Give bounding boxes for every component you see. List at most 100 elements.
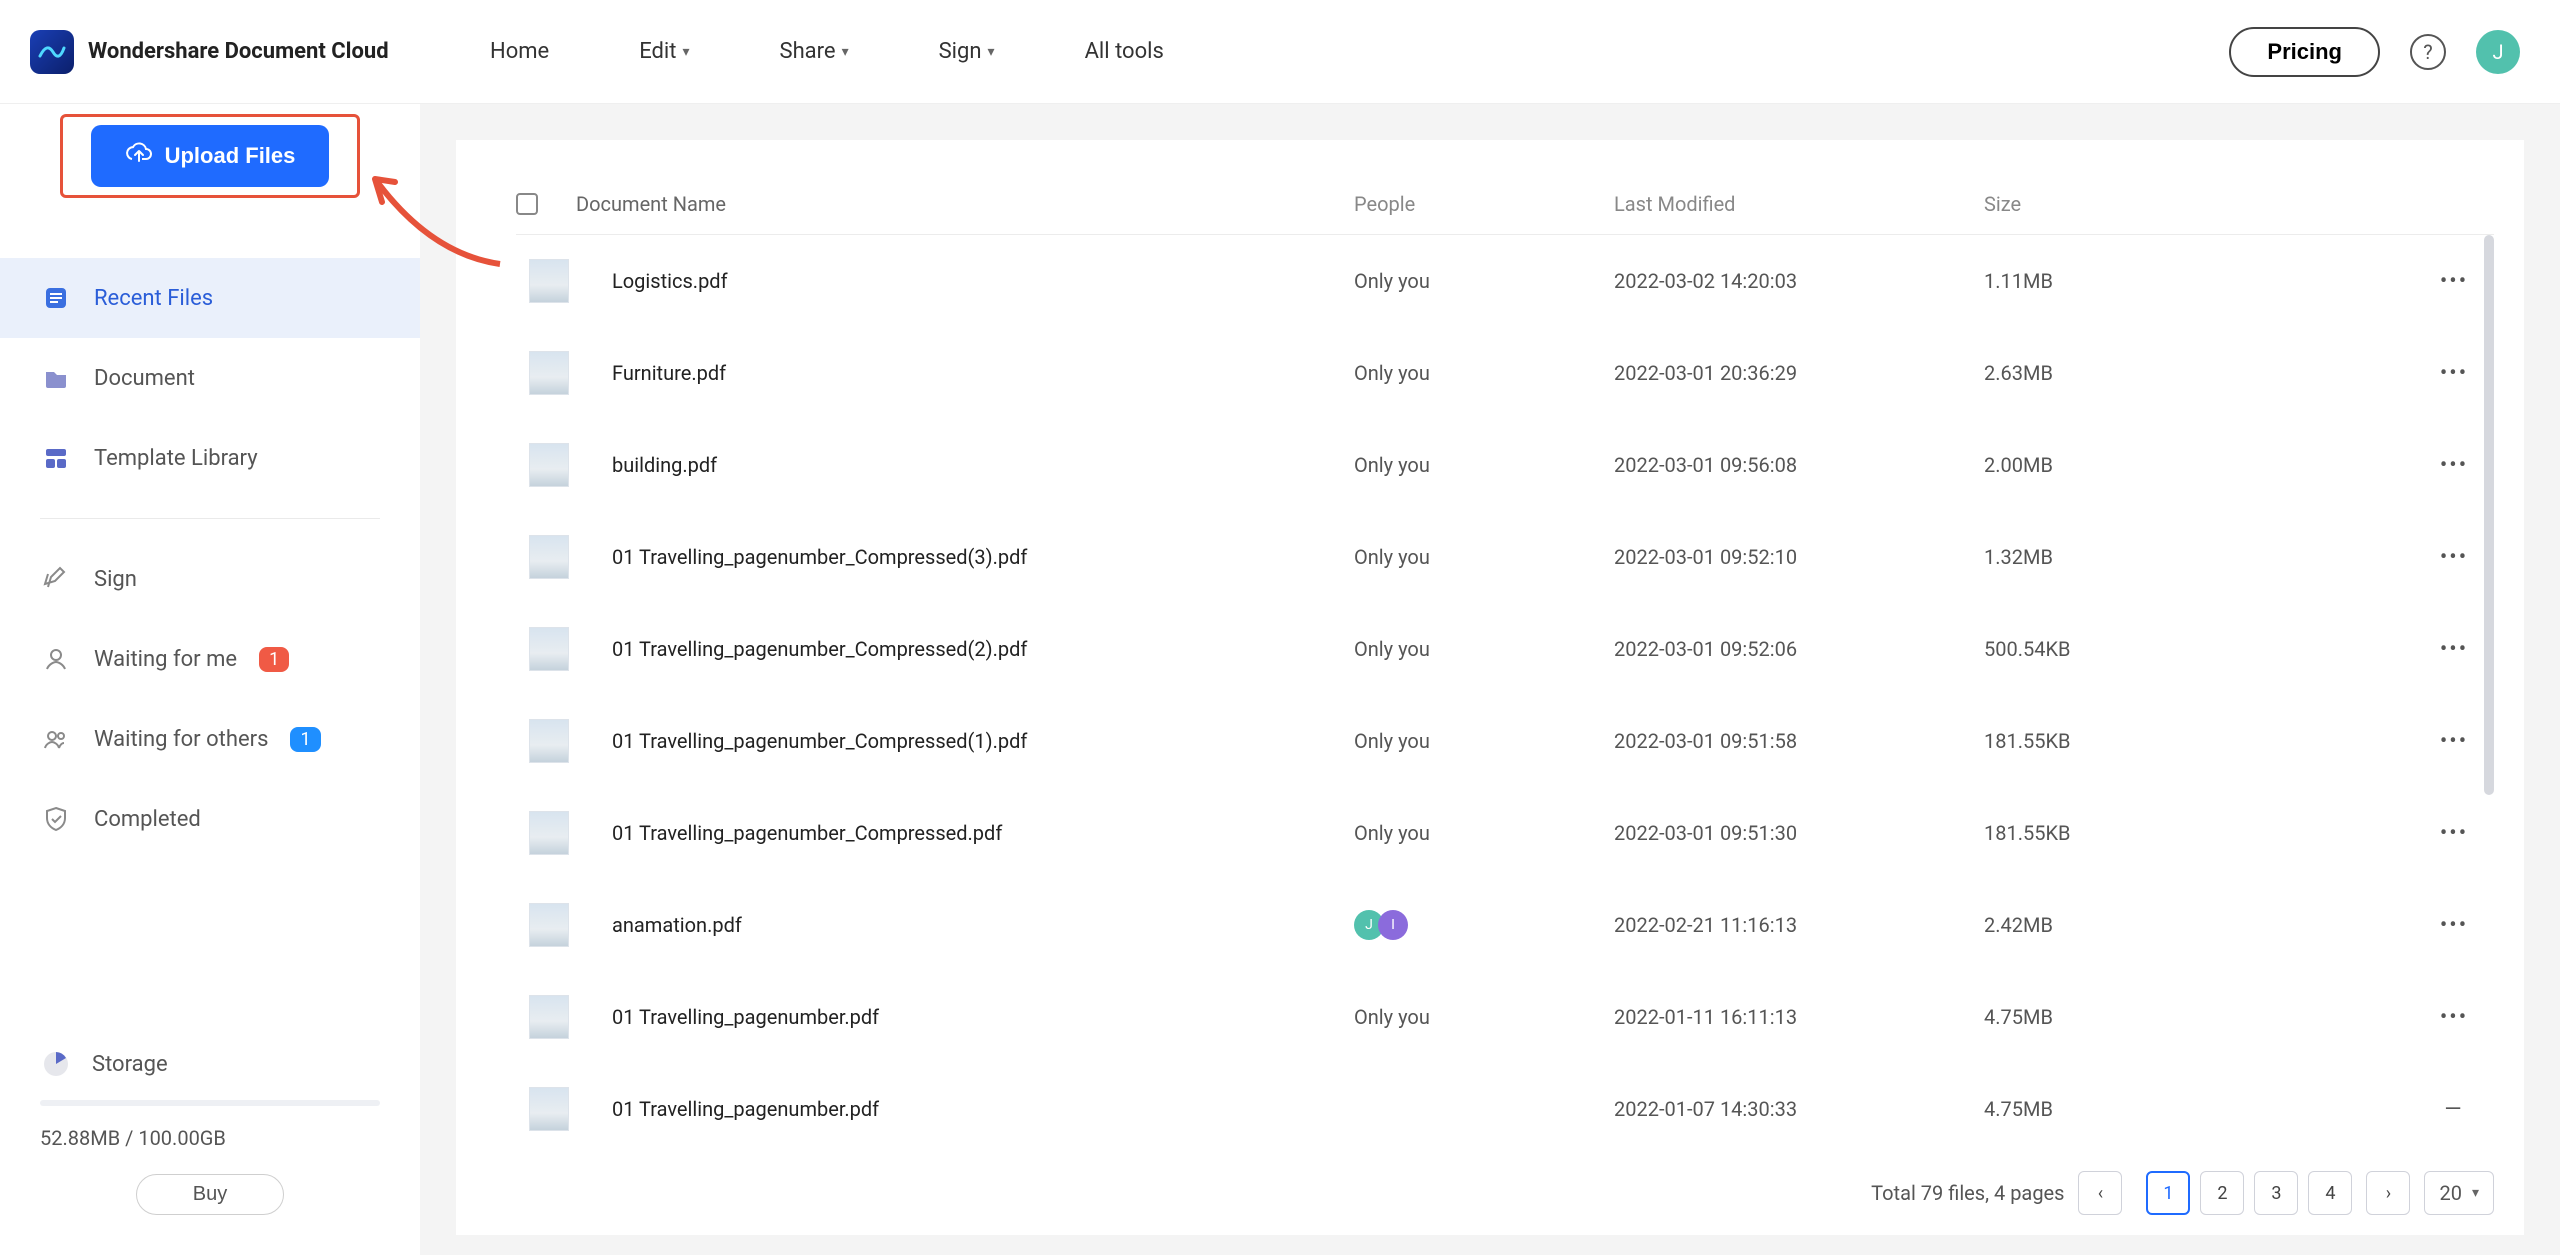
file-thumbnail-icon [529,995,569,1039]
table-row[interactable]: 01 Travelling_pagenumber.pdfOnly you2022… [516,971,2494,1063]
file-name[interactable]: Logistics.pdf [612,269,1324,293]
folder-icon [40,362,72,394]
pager-page-3[interactable]: 3 [2254,1171,2298,1215]
file-name[interactable]: Furniture.pdf [612,361,1324,385]
file-size: 2.63MB [1984,361,2384,385]
pricing-button[interactable]: Pricing [2229,27,2380,77]
user-avatar[interactable]: J [2476,30,2520,74]
brand-title: Wondershare Document Cloud [88,39,389,64]
storage-used-text: 52.88MB / 100.00GB [40,1126,380,1150]
shield-check-icon [40,803,72,835]
file-thumbnail-icon [529,719,569,763]
table-row[interactable]: Furniture.pdfOnly you2022-03-01 20:36:29… [516,327,2494,419]
row-actions-menu[interactable]: ••• [2414,821,2494,846]
help-icon[interactable]: ? [2410,34,2446,70]
table-row[interactable]: 01 Travelling_pagenumber_Compressed(3).p… [516,511,2494,603]
sidebar-item-label: Waiting for others [94,727,268,752]
row-actions-menu[interactable]: ••• [2414,545,2494,570]
table-row[interactable]: 01 Travelling_pagenumber_Compressed(2).p… [516,603,2494,695]
table-row[interactable]: anamation.pdfJI2022-02-21 11:16:132.42MB… [516,879,2494,971]
file-thumbnail-icon [529,259,569,303]
file-name[interactable]: building.pdf [612,453,1324,477]
file-size: 1.32MB [1984,545,2384,569]
file-size: 4.75MB [1984,1005,2384,1029]
row-actions-menu[interactable]: ••• [2414,453,2494,478]
file-name[interactable]: 01 Travelling_pagenumber_Compressed(1).p… [612,729,1324,753]
cloud-upload-icon [125,141,153,171]
waiting-me-badge: 1 [259,647,289,672]
file-name[interactable]: 01 Travelling_pagenumber_Compressed(2).p… [612,637,1324,661]
brand-logo-icon [30,30,74,74]
file-modified: 2022-03-01 09:52:06 [1614,637,1954,661]
file-name[interactable]: 01 Travelling_pagenumber.pdf [612,1097,1324,1121]
pager-page-1[interactable]: 1 [2146,1171,2190,1215]
file-modified: 2022-01-07 14:30:33 [1614,1097,1954,1121]
sidebar-item-waiting-for-me[interactable]: Waiting for me 1 [0,619,420,699]
column-header-modified[interactable]: Last Modified [1614,192,1954,216]
scrollbar-thumb[interactable] [2484,235,2494,795]
pager-next-button[interactable]: › [2366,1171,2410,1215]
row-actions-menu[interactable]: ••• [2414,913,2494,938]
pager-page-4[interactable]: 4 [2308,1171,2352,1215]
file-name[interactable]: 01 Travelling_pagenumber.pdf [612,1005,1324,1029]
row-actions-menu[interactable]: ••• [2414,729,2494,754]
upload-files-button[interactable]: Upload Files [91,125,330,187]
file-people: Only you [1354,361,1584,385]
page-size-selector[interactable]: 20 ▾ [2424,1171,2494,1215]
table-row[interactable]: 01 Travelling_pagenumber_Compressed.pdf O… [516,787,2494,879]
select-all-checkbox[interactable] [516,193,538,215]
sidebar-item-document[interactable]: Document [0,338,420,418]
sidebar-item-completed[interactable]: Completed [0,779,420,859]
sidebar-item-waiting-for-others[interactable]: Waiting for others 1 [0,699,420,779]
sidebar-item-label: Waiting for me [94,647,237,672]
file-size: 4.75MB [1984,1097,2384,1121]
file-modified: 2022-01-11 16:11:13 [1614,1005,1954,1029]
row-actions-menu[interactable]: ••• [2414,637,2494,662]
sidebar-item-template-library[interactable]: Template Library [0,418,420,498]
file-people: Only you [1354,453,1584,477]
file-people: Only you [1354,637,1584,661]
sidebar-item-label: Template Library [94,446,258,471]
sidebar-item-recent-files[interactable]: Recent Files [0,258,420,338]
pager-page-2[interactable]: 2 [2200,1171,2244,1215]
row-actions-menu[interactable]: ••• [2414,1005,2494,1030]
chevron-down-icon: ▾ [842,44,849,60]
file-modified: 2022-02-21 11:16:13 [1614,913,1954,937]
file-people: Only you [1354,545,1584,569]
file-size: 2.00MB [1984,453,2384,477]
column-header-size[interactable]: Size [1984,192,2384,216]
column-header-name[interactable]: Document Name [576,192,1324,216]
table-row[interactable]: 01 Travelling_pagenumber.pdf 2022-01-07 1… [516,1063,2494,1149]
table-row[interactable]: building.pdf Only you 2022-03-01 09:56:08 2… [516,419,2494,511]
file-thumbnail-icon [529,903,569,947]
sidebar-item-sign[interactable]: Sign [0,539,420,619]
nav-share[interactable]: Share▾ [780,39,849,64]
pen-icon [40,563,72,595]
nav-sign[interactable]: Sign▾ [939,39,995,64]
table-row[interactable]: Logistics.pdfOnly you2022-03-02 14:20:03… [516,235,2494,327]
column-header-people[interactable]: People [1354,192,1584,216]
file-name[interactable]: anamation.pdf [612,913,1324,937]
file-thumbnail-icon [529,627,569,671]
storage-progress-bar [40,1100,380,1106]
file-people: Only you [1354,729,1584,753]
row-actions-menu[interactable]: ••• [2414,361,2494,386]
file-size: 181.55KB [1984,821,2384,845]
file-people: Only you [1354,821,1584,845]
nav-edit[interactable]: Edit▾ [639,39,689,64]
file-modified: 2022-03-01 09:56:08 [1614,453,1954,477]
row-actions-menu[interactable]: ••• [2414,269,2494,294]
file-name[interactable]: 01 Travelling_pagenumber_Compressed(3).p… [612,545,1324,569]
file-name[interactable]: 01 Travelling_pagenumber_Compressed.pdf [612,821,1324,845]
recent-files-icon [40,282,72,314]
buy-storage-button[interactable]: Buy [136,1174,284,1215]
file-thumbnail-icon [529,443,569,487]
person-icon [40,643,72,675]
nav-home[interactable]: Home [490,39,549,64]
file-people: Only you [1354,269,1584,293]
shared-user-avatar: I [1378,910,1408,940]
nav-all-tools[interactable]: All tools [1085,39,1164,64]
file-thumbnail-icon [529,351,569,395]
table-row[interactable]: 01 Travelling_pagenumber_Compressed(1).p… [516,695,2494,787]
pager-prev-button[interactable]: ‹ [2078,1171,2122,1215]
